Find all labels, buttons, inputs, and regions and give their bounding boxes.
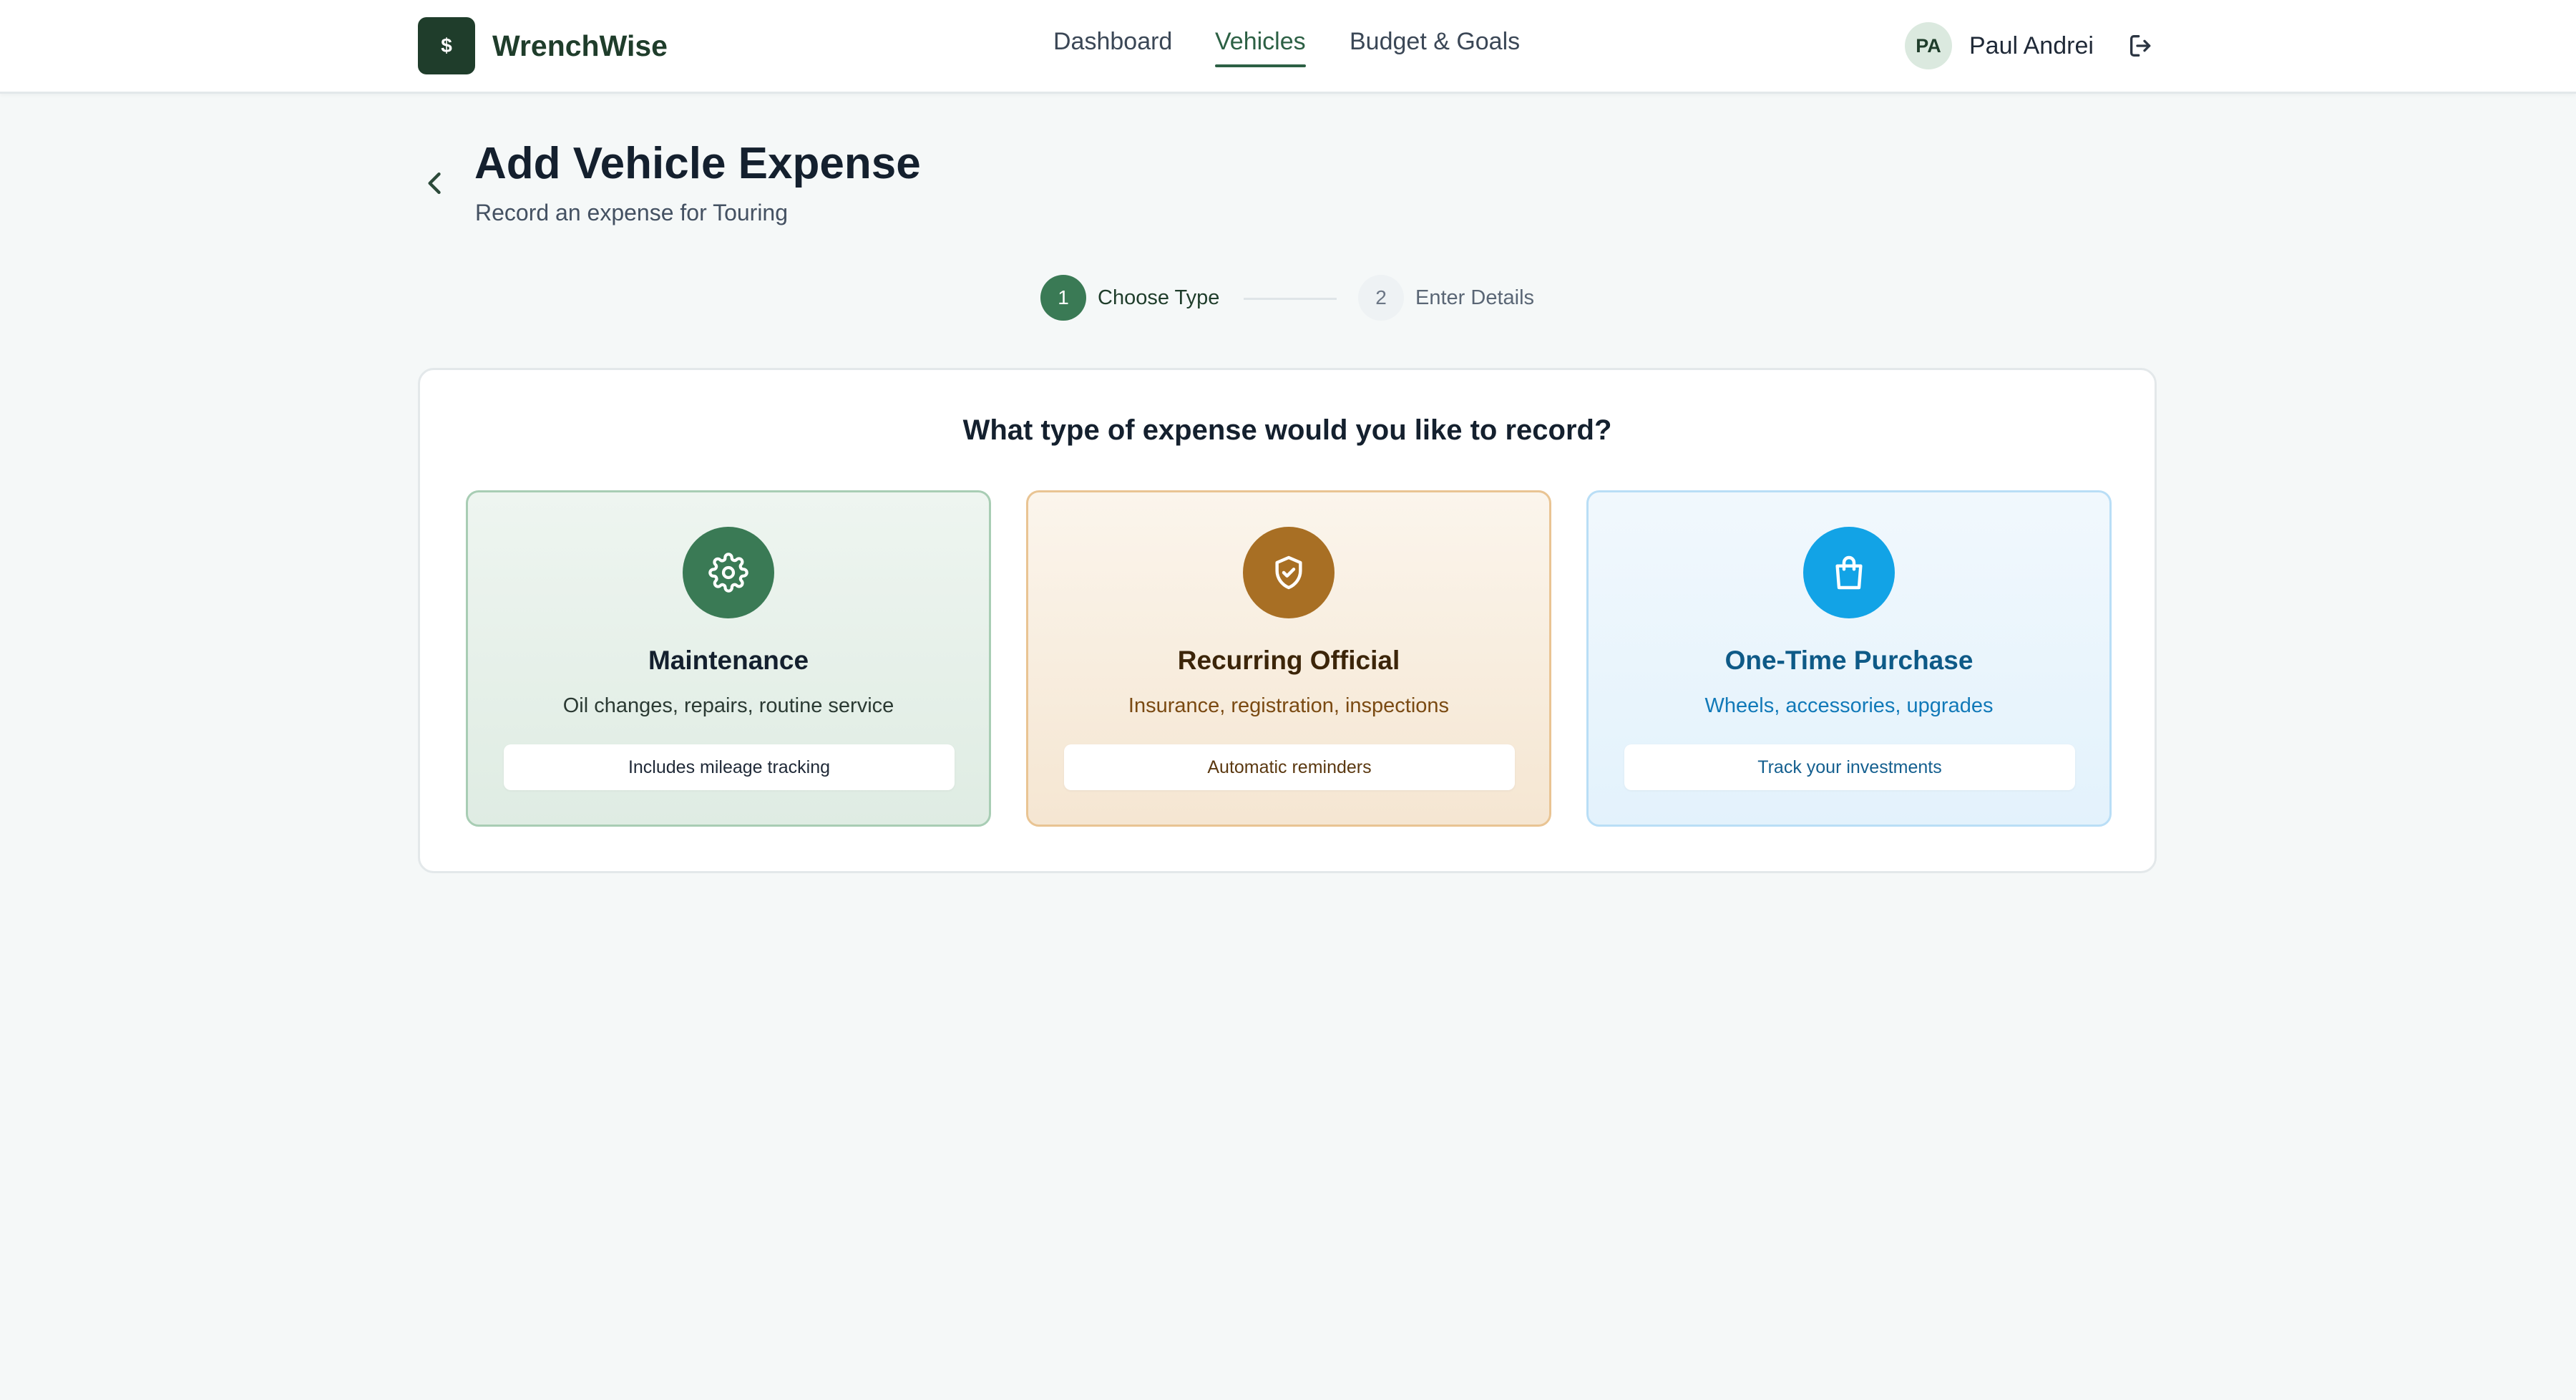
gear-icon [683, 527, 774, 618]
page-subtitle: Record an expense for Touring [475, 200, 789, 225]
step-1-label: Choose Type [1098, 286, 1220, 309]
page-title: Add Vehicle Expense [474, 139, 921, 188]
recurring-official-card[interactable]: Recurring Official Insurance, registrati… [1026, 490, 1551, 827]
step-connector [1244, 298, 1337, 300]
one-time-purchase-card[interactable]: One-Time Purchase Wheels, accessories, u… [1586, 490, 2112, 827]
card-description: Wheels, accessories, upgrades [1704, 694, 1994, 717]
step-2-number: 2 [1358, 275, 1404, 321]
card-title: Maintenance [648, 646, 809, 675]
nav-item-budget-goals[interactable]: Budget & Goals [1350, 24, 1520, 67]
card-badge: Includes mileage tracking [504, 744, 955, 790]
user-name: Paul Andrei [1969, 31, 2094, 59]
expense-type-question: What type of expense would you like to r… [962, 414, 1612, 446]
card-badge: Track your investments [1624, 744, 2075, 790]
avatar: PA [1905, 22, 1952, 69]
card-title: Recurring Official [1177, 646, 1400, 675]
top-navigation-bar: $ WrenchWise Dashboard Vehicles Budget &… [0, 0, 2576, 94]
step-2-label: Enter Details [1415, 286, 1535, 309]
card-description: Insurance, registration, inspections [1128, 694, 1450, 717]
expense-type-panel: What type of expense would you like to r… [418, 368, 2157, 873]
main-nav: Dashboard Vehicles Budget & Goals [0, 24, 2576, 67]
card-title: One-Time Purchase [1724, 646, 1974, 675]
nav-item-vehicles[interactable]: Vehicles [1215, 24, 1306, 67]
card-description: Oil changes, repairs, routine service [562, 694, 894, 717]
step-1-number: 1 [1040, 275, 1086, 321]
chevron-left-icon[interactable] [419, 167, 451, 199]
user-menu[interactable]: PA Paul Andrei [1905, 21, 2094, 70]
shield-check-icon [1243, 527, 1335, 618]
nav-item-vehicles-label: Vehicles [1215, 28, 1306, 55]
logout-icon[interactable] [2127, 31, 2155, 60]
shopping-bag-icon [1803, 527, 1895, 618]
stepper: 1 Choose Type 2 Enter Details [0, 275, 2576, 322]
maintenance-card[interactable]: Maintenance Oil changes, repairs, routin… [466, 490, 991, 827]
active-tab-indicator [1215, 64, 1306, 67]
card-badge: Automatic reminders [1064, 744, 1515, 790]
nav-item-dashboard[interactable]: Dashboard [1053, 24, 1172, 67]
